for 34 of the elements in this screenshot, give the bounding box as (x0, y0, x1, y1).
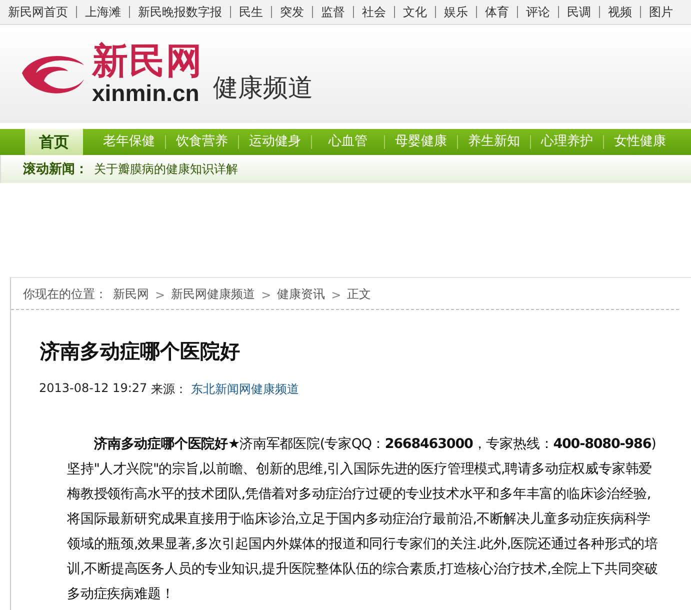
nav-link[interactable]: 新民晚报数字报 (129, 6, 230, 18)
nav-link[interactable]: 视频 (599, 6, 640, 18)
breadcrumb-link[interactable]: 新民网 (113, 286, 149, 303)
channel-title: 健康频道 (213, 72, 313, 104)
nav-tab[interactable]: 首页 (25, 129, 83, 155)
swirl-logo-icon (22, 56, 84, 94)
nav-link[interactable]: 评论 (517, 6, 558, 18)
nav-link[interactable]: 上海滩 (76, 6, 129, 18)
logo-domain: xinmin.cn (92, 81, 200, 105)
source-label: 来源： (151, 381, 188, 398)
breadcrumb-separator: > (331, 288, 342, 302)
article-paragraph: 济南多动症哪个医院好★济南军都医院(专家QQ：2668463000，专家热线：400-8080-986)坚持"人才兴院"的宗旨,以前瞻、创新的思维,引入国际先进的医疗管理模式,聘请多动症权威专家韩爱梅教授领衔高水平的技术团队,凭借着对多动症治疗过硬的专业技术水平和多年丰富的临床诊治经验,将国际最新研究成果直接用于临床诊治,立足于国内多动症治疗最前沿,不断解决儿童多动症疾病科学领域的瓶颈,效果显著,多次引起国内外媒体的报道和同行专家们的关注.此外,医院还通过各种形式的培训,不断提高医务人员的专业知识,提升医院整体队伍的综合素质,打造核心治疗技术,全院上下共同突破多动症疾病难题！ (67, 435, 659, 604)
nav-link[interactable]: 突发 (271, 6, 312, 18)
nav-link[interactable]: 图片 (640, 6, 681, 18)
nav-link[interactable]: 社会 (353, 6, 394, 18)
nav-link[interactable]: 文化 (394, 6, 435, 18)
article-date: 2013-08-12 19:27 (39, 381, 148, 397)
nav-link[interactable]: 监督 (312, 6, 353, 18)
source-link[interactable]: 东北新闻网健康频道 (191, 381, 300, 398)
nav-link[interactable]: 新民网首页 (6, 6, 76, 18)
logo-wordmark: 新民网 (92, 43, 203, 81)
nav-link[interactable]: 娱乐 (435, 6, 476, 18)
nav-link[interactable]: 民调 (558, 6, 599, 18)
breadcrumb-link[interactable]: 健康资讯 (277, 286, 326, 303)
breadcrumb-link[interactable]: 正文 (347, 286, 372, 303)
nav-link[interactable]: 民生 (230, 6, 271, 18)
ticker-link[interactable]: 关于瓣膜病的健康知识详解 (94, 160, 238, 178)
ticker-label: 滚动新闻： (23, 160, 88, 178)
breadcrumb-link[interactable]: 新民网健康频道 (171, 286, 256, 303)
breadcrumb-label: 你现在的位置： (23, 286, 107, 303)
breadcrumb-separator: > (261, 288, 272, 302)
article-title: 济南多动症哪个医院好 (40, 338, 241, 365)
breadcrumb-separator: > (155, 288, 166, 302)
nav-link[interactable]: 体育 (476, 6, 517, 18)
